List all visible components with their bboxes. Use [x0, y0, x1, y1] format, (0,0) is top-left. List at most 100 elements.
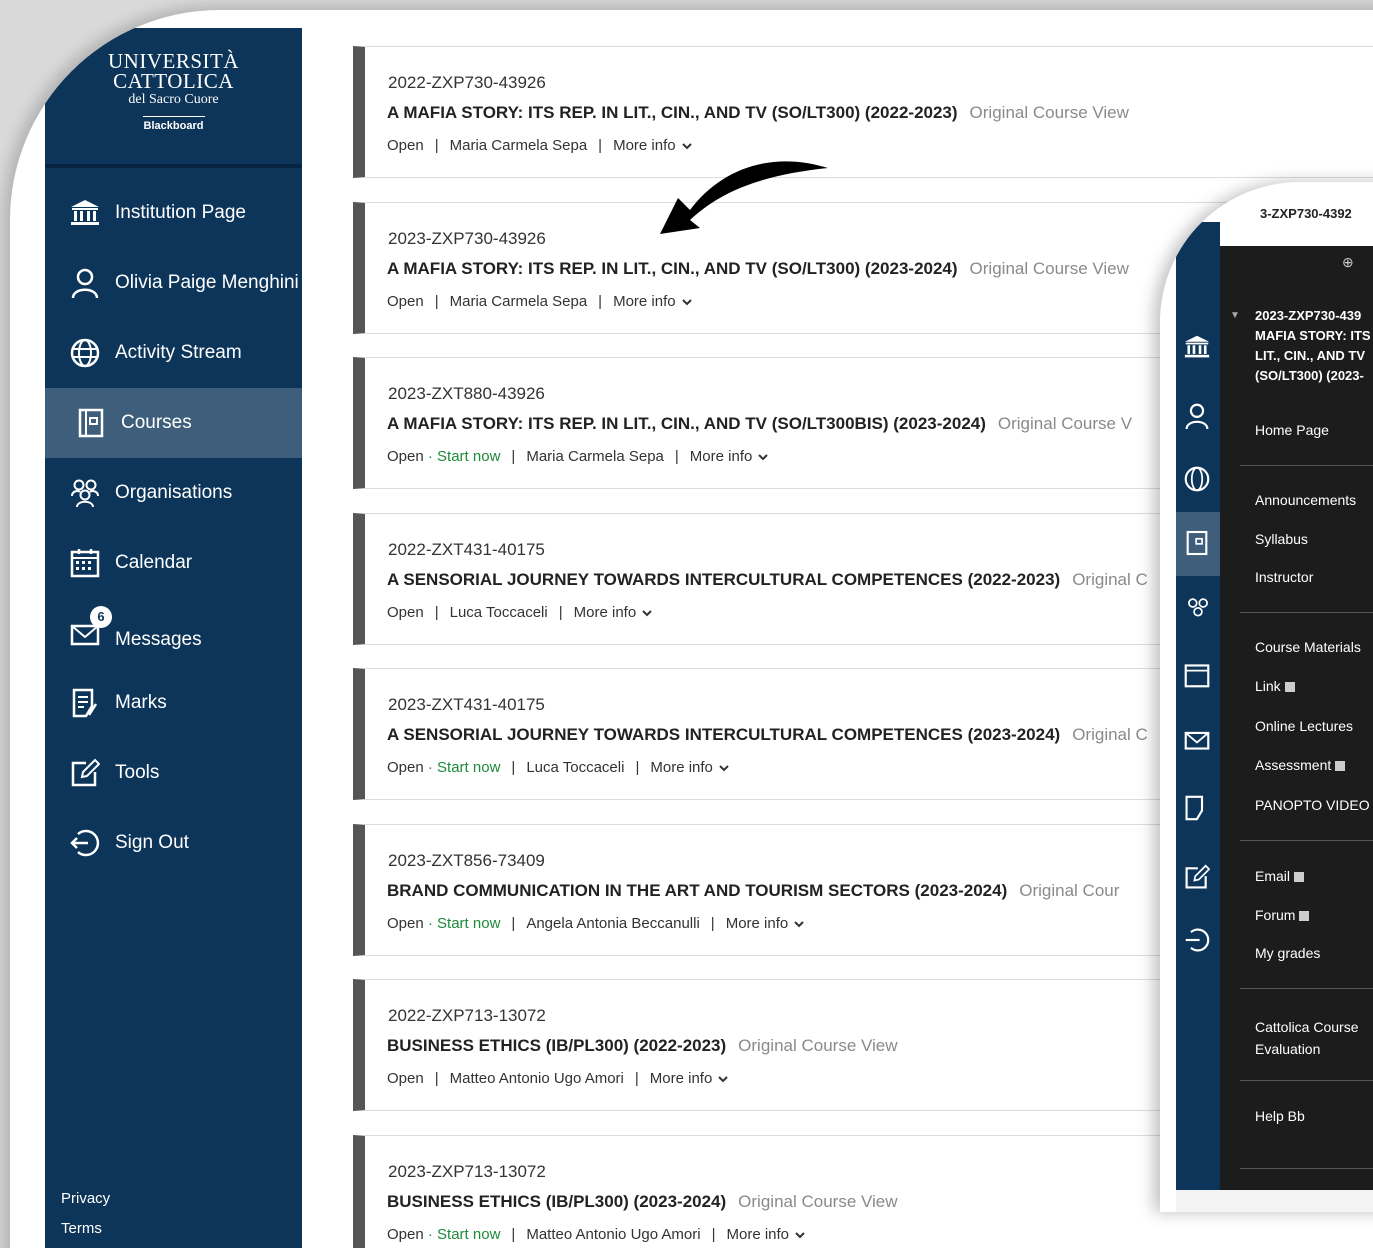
logo-line3: del Sacro Cuore — [128, 92, 219, 107]
menu-panopto-video[interactable]: PANOPTO VIDEO — [1255, 797, 1370, 813]
more-info-toggle[interactable]: More info — [690, 448, 769, 465]
sign-out-icon — [1184, 927, 1210, 958]
menu-announcements[interactable]: Announcements — [1255, 492, 1356, 508]
course-title[interactable]: A SENSORIAL JOURNEY TOWARDS INTERCULTURA… — [387, 570, 1148, 590]
separator: | — [511, 759, 516, 776]
menu-instructor[interactable]: Instructor — [1255, 569, 1313, 585]
courses-icon — [73, 405, 109, 441]
sidebar-nav: Institution Page Olivia Paige Menghini A… — [45, 178, 302, 878]
course-menu: ⊕ ▼ 2023-ZXP730-439 MAFIA STORY: ITS LIT… — [1220, 246, 1373, 1192]
sidebar-item-tools[interactable]: Tools — [45, 738, 302, 808]
course-title[interactable]: BUSINESS ETHICS (IB/PL300) (2023-2024) Or… — [387, 1192, 898, 1212]
university-logo[interactable]: UNIVERSITÀ CATTOLICA del Sacro Cuore Bla… — [45, 28, 302, 168]
course-status: Open — [387, 137, 424, 154]
separator: | — [434, 292, 439, 310]
course-meta: Open | Maria Carmela Sepa | More info — [387, 137, 692, 154]
course-title-text[interactable]: BUSINESS ETHICS (IB/PL300) (2022-2023) — [387, 1036, 726, 1055]
course-title[interactable]: A MAFIA STORY: ITS REP. IN LIT., CIN., A… — [387, 103, 1129, 123]
course-title-text[interactable]: A SENSORIAL JOURNEY TOWARDS INTERCULTURA… — [387, 570, 1060, 589]
menu-link[interactable]: Link — [1255, 678, 1295, 694]
course-meta: Open | Luca Toccaceli | More info — [387, 604, 652, 621]
tools-icon — [67, 755, 103, 791]
course-title-text[interactable]: BRAND COMMUNICATION IN THE ART AND TOURI… — [387, 881, 1007, 900]
course-title-text[interactable]: BUSINESS ETHICS (IB/PL300) (2023-2024) — [387, 1192, 726, 1211]
course-title[interactable]: A SENSORIAL JOURNEY TOWARDS INTERCULTURA… — [387, 725, 1148, 745]
sidebar-item-marks[interactable]: Marks — [45, 668, 302, 738]
course-card[interactable]: 2022-ZXP730-43926 A MAFIA STORY: ITS REP.… — [353, 46, 1373, 178]
sidebar-item-organisations[interactable]: Organisations — [45, 458, 302, 528]
add-icon[interactable]: ⊕ — [1342, 254, 1354, 271]
course-id: 2023-ZXT856-73409 — [388, 850, 545, 870]
menu-online-lectures[interactable]: Online Lectures — [1255, 718, 1353, 734]
separator: | — [434, 603, 439, 621]
original-course-view-label: Original Course V — [997, 414, 1133, 433]
menu-my-grades[interactable]: My grades — [1255, 945, 1320, 961]
menu-eval-line: Cattolica Course — [1255, 1019, 1359, 1035]
course-id: 2023-ZXT431-40175 — [388, 695, 545, 714]
menu-course-title[interactable]: 2023-ZXP730-439 MAFIA STORY: ITS LIT., C… — [1255, 306, 1371, 386]
sidebar-item-label: Marks — [115, 692, 167, 713]
menu-syllabus[interactable]: Syllabus — [1255, 531, 1308, 547]
sidebar-item-profile[interactable]: Olivia Paige Menghini — [45, 248, 302, 318]
original-course-view-label: Original Course View — [738, 1036, 898, 1055]
menu-assessment[interactable]: Assessment — [1255, 757, 1346, 773]
marks-icon — [1184, 794, 1208, 827]
terms-link[interactable]: Terms — [61, 1220, 102, 1237]
sidebar-item-courses[interactable]: Courses — [45, 388, 302, 458]
course-status: Open — [387, 914, 424, 932]
menu-title-line: LIT., CIN., AND TV — [1255, 348, 1366, 363]
start-now-link[interactable]: Start now — [437, 915, 500, 932]
sidebar-item-messages[interactable]: 6 Messages — [45, 598, 302, 668]
course-title[interactable]: A MAFIA STORY: ITS REP. IN LIT., CIN., A… — [387, 414, 1132, 434]
more-info-toggle[interactable]: More info — [650, 759, 729, 776]
collapse-triangle-icon[interactable]: ▼ — [1230, 310, 1240, 321]
menu-home-page[interactable]: Home Page — [1255, 422, 1329, 438]
course-title[interactable]: BRAND COMMUNICATION IN THE ART AND TOURI… — [387, 881, 1119, 901]
menu-forum[interactable]: Forum — [1255, 907, 1310, 923]
sidebar-item-institution-page[interactable]: Institution Page — [45, 178, 302, 248]
menu-help-bb[interactable]: Help Bb — [1255, 1108, 1305, 1124]
menu-eval-line: Evaluation — [1255, 1041, 1321, 1057]
course-instructor: Luca Toccaceli — [526, 759, 625, 776]
start-now-link[interactable]: Start now — [437, 1226, 500, 1243]
user-icon — [67, 265, 103, 301]
external-link-icon — [1284, 682, 1295, 693]
course-title[interactable]: A MAFIA STORY: ITS REP. IN LIT., CIN., A… — [387, 259, 1129, 279]
separator: | — [711, 1225, 716, 1243]
more-info-toggle[interactable]: More info — [574, 604, 653, 621]
chevron-down-icon — [758, 448, 769, 465]
course-id: 2022-ZXP713-13072 — [388, 1006, 546, 1025]
menu-divider — [1240, 612, 1373, 613]
course-title-text[interactable]: A MAFIA STORY: ITS REP. IN LIT., CIN., A… — [387, 259, 958, 278]
privacy-link[interactable]: Privacy — [61, 1190, 110, 1207]
menu-email[interactable]: Email — [1255, 868, 1305, 884]
menu-title-line: 2023-ZXP730-439 — [1255, 308, 1362, 323]
sidebar-item-activity-stream[interactable]: Activity Stream — [45, 318, 302, 388]
sidebar-item-calendar[interactable]: Calendar — [45, 528, 302, 598]
sidebar-item-label: Organisations — [115, 482, 233, 503]
separator: | — [434, 137, 439, 154]
menu-course-evaluation[interactable]: Cattolica Course Evaluation — [1255, 1016, 1359, 1060]
course-title[interactable]: BUSINESS ETHICS (IB/PL300) (2022-2023) Or… — [387, 1036, 898, 1056]
status-dot: · — [423, 1225, 438, 1243]
more-info-toggle[interactable]: More info — [613, 293, 692, 310]
more-info-toggle[interactable]: More info — [650, 1070, 729, 1087]
course-instructor: Matteo Antonio Ugo Amori — [449, 1070, 624, 1087]
course-meta: Open | Maria Carmela Sepa | More info — [387, 293, 692, 310]
logo-blackboard: Blackboard — [143, 120, 204, 132]
course-title-text[interactable]: A MAFIA STORY: ITS REP. IN LIT., CIN., A… — [387, 414, 986, 433]
panel-footer — [1176, 1190, 1373, 1212]
menu-link-label: Link — [1255, 678, 1281, 694]
start-now-link[interactable]: Start now — [437, 759, 500, 776]
panel-course-id: 3-ZXP730-4392 — [1260, 206, 1352, 221]
course-title-text[interactable]: A MAFIA STORY: ITS REP. IN LIT., CIN., A… — [387, 103, 958, 122]
course-status: Open — [387, 448, 424, 465]
menu-course-materials[interactable]: Course Materials — [1255, 639, 1361, 655]
more-info-toggle[interactable]: More info — [727, 1226, 806, 1243]
sidebar-item-sign-out[interactable]: Sign Out — [45, 808, 302, 878]
sidebar-item-label: Olivia Paige Menghini — [115, 272, 299, 293]
course-instructor: Matteo Antonio Ugo Amori — [526, 1225, 701, 1243]
more-info-toggle[interactable]: More info — [726, 915, 805, 932]
course-title-text[interactable]: A SENSORIAL JOURNEY TOWARDS INTERCULTURA… — [387, 725, 1060, 744]
start-now-link[interactable]: Start now — [437, 448, 500, 465]
